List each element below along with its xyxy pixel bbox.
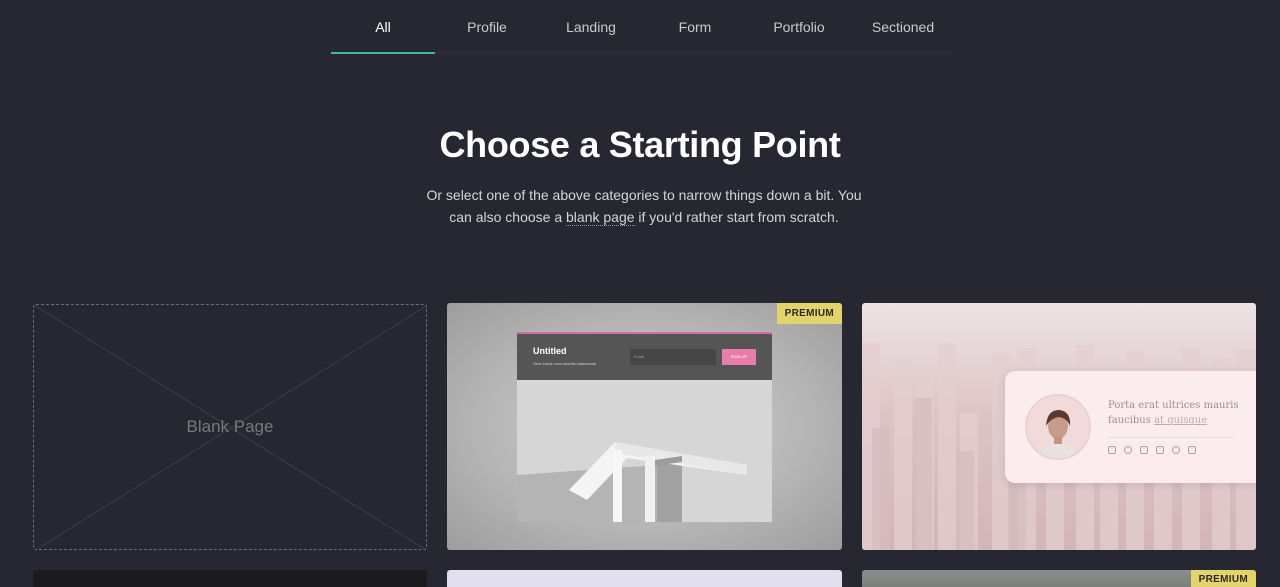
profile-portrait bbox=[1027, 396, 1089, 458]
tab-form[interactable]: Form bbox=[643, 0, 747, 53]
template-card-profile[interactable]: Porta erat ultrices mauris faucibus at q… bbox=[862, 303, 1256, 550]
mail-icon bbox=[1188, 446, 1196, 454]
subtitle-text-end: if you'd rather start from scratch. bbox=[634, 209, 839, 225]
tiktok-icon bbox=[1172, 446, 1180, 454]
template-preview-email-field: Email bbox=[630, 349, 716, 365]
youtube-icon bbox=[1156, 446, 1164, 454]
architecture-photo bbox=[517, 380, 772, 522]
template-preview-signup-button: SIGN UP bbox=[722, 349, 756, 365]
template-preview-header: Untitled Sem luctus cras lobortis malesu… bbox=[517, 334, 772, 380]
avatar bbox=[1025, 394, 1091, 460]
template-card-dark[interactable] bbox=[33, 570, 427, 587]
tab-all[interactable]: All bbox=[331, 0, 435, 54]
template-preview-description: Sem luctus cras lobortis malesuada bbox=[533, 361, 597, 366]
profile-preview-divider bbox=[1108, 437, 1234, 438]
blank-page-link[interactable]: blank page bbox=[566, 209, 635, 226]
tab-sectioned[interactable]: Sectioned bbox=[851, 0, 955, 53]
tab-profile[interactable]: Profile bbox=[435, 0, 539, 53]
tab-portfolio[interactable]: Portfolio bbox=[747, 0, 851, 53]
pinterest-icon bbox=[1124, 446, 1132, 454]
instagram-icon bbox=[1108, 446, 1116, 454]
template-preview-window: Untitled Sem luctus cras lobortis malesu… bbox=[517, 332, 772, 522]
category-tabs: All Profile Landing Form Portfolio Secti… bbox=[331, 0, 955, 54]
profile-preview-link: at quisque bbox=[1154, 415, 1208, 426]
blank-page-card[interactable]: Blank Page bbox=[33, 304, 427, 550]
premium-badge: PREMIUM bbox=[776, 303, 842, 324]
blank-page-label: Blank Page bbox=[186, 417, 274, 436]
template-card-landscape[interactable]: PREMIUM bbox=[862, 570, 1256, 587]
profile-preview-card: Porta erat ultrices mauris faucibus at q… bbox=[1005, 371, 1256, 483]
social-icons bbox=[1108, 446, 1196, 454]
linkedin-icon bbox=[1140, 446, 1148, 454]
premium-badge: PREMIUM bbox=[1190, 570, 1256, 587]
template-card-lavender[interactable] bbox=[447, 570, 842, 587]
template-card-form[interactable]: Untitled Sem luctus cras lobortis malesu… bbox=[447, 303, 842, 550]
profile-preview-text: Porta erat ultrices mauris faucibus at q… bbox=[1108, 398, 1248, 428]
page-title: Choose a Starting Point bbox=[439, 124, 841, 165]
template-preview-title: Untitled bbox=[533, 346, 567, 356]
page-subtitle: Or select one of the above categories to… bbox=[420, 184, 868, 228]
tab-landing[interactable]: Landing bbox=[539, 0, 643, 53]
